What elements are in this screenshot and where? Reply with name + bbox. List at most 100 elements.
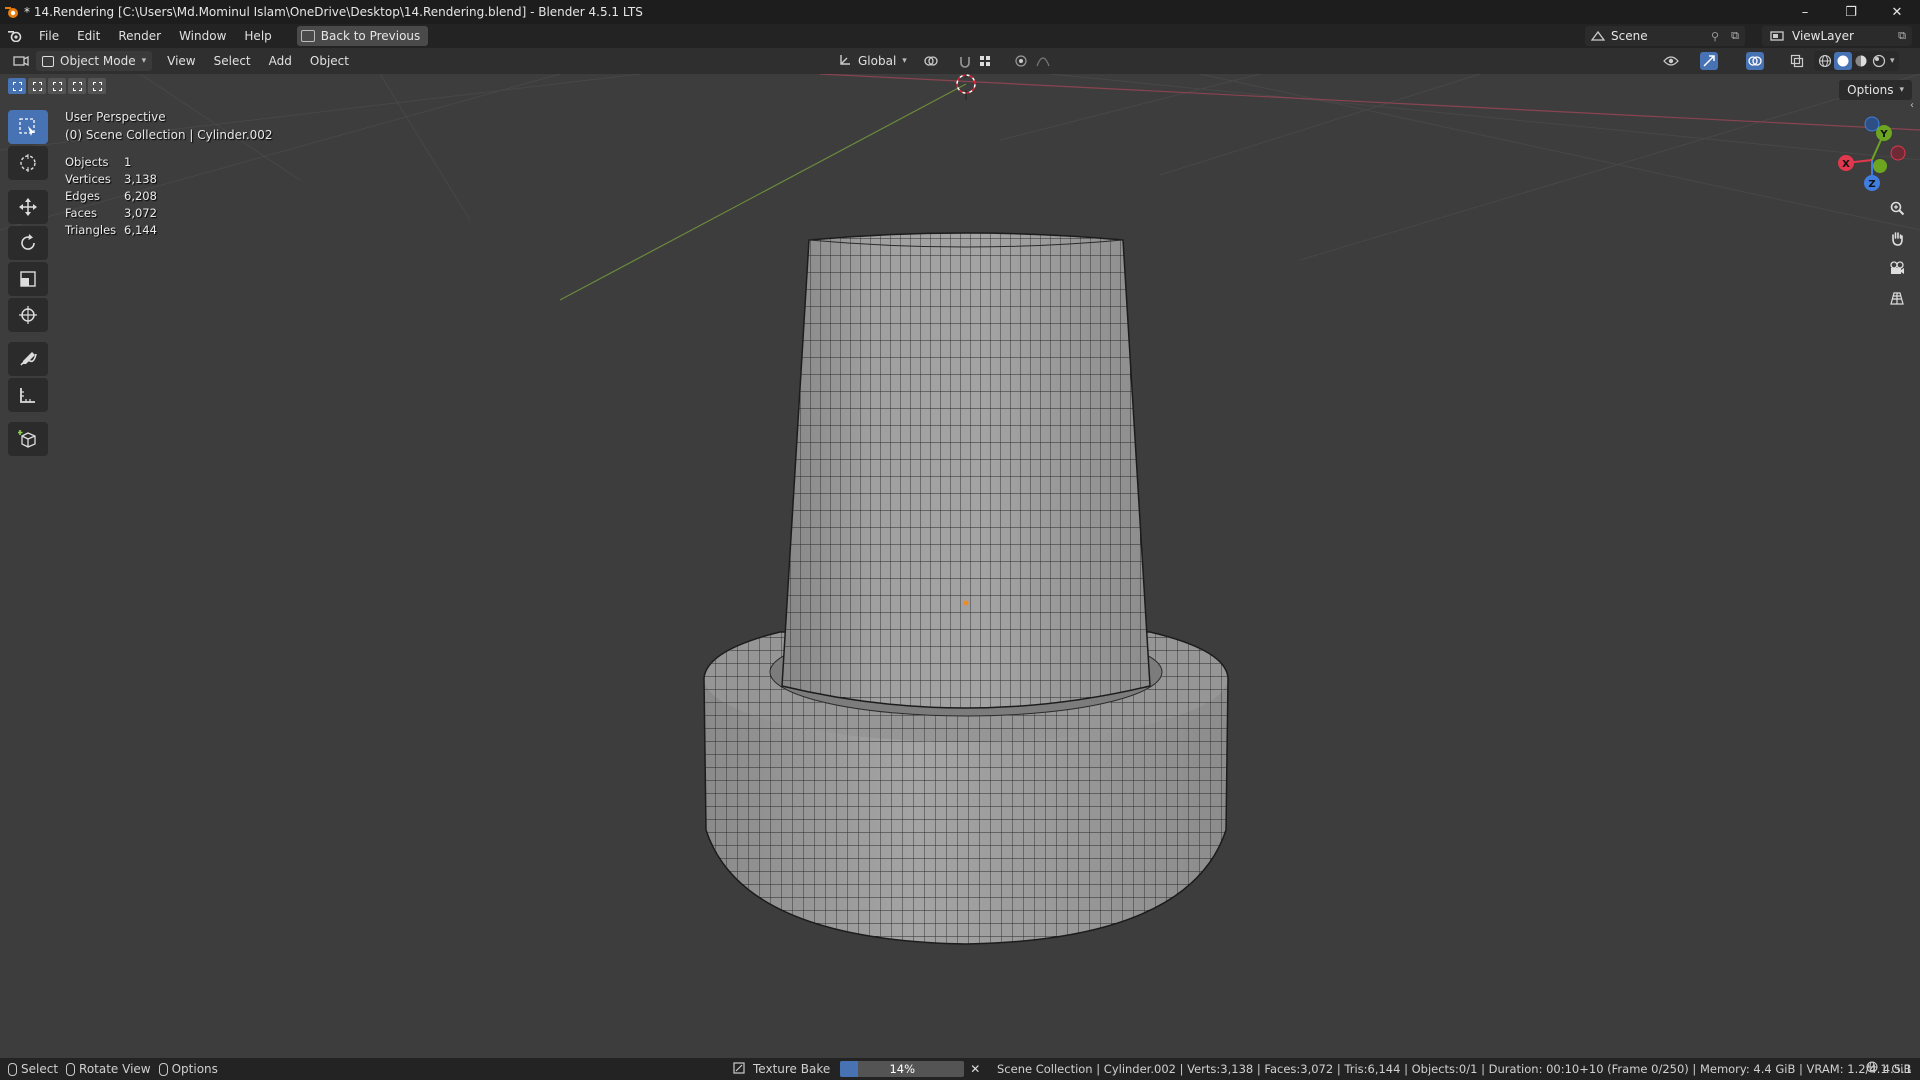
3d-viewport[interactable]: User Perspective (0) Scene Collection | … [0,74,1920,1058]
select-invert-icon[interactable] [68,78,86,94]
mesh-upper-cone[interactable] [781,232,1151,709]
stat-row: Vertices 3,138 [65,172,157,186]
transform-icon [19,306,37,324]
cursor-tool[interactable] [8,146,48,180]
visibility-icon[interactable] [1662,52,1680,70]
blender-logo-icon [0,0,24,24]
zoom-icon[interactable] [1884,195,1910,221]
menu-view[interactable]: View [158,51,204,71]
network-icon[interactable] [1866,1058,1878,1080]
select-new-icon[interactable] [8,78,26,94]
menu-add[interactable]: Add [260,51,301,71]
chevron-down-icon[interactable]: ▾ [1890,56,1895,66]
viewport-info: User Perspective (0) Scene Collection | … [65,108,273,144]
xray-toggle-icon[interactable] [1788,52,1806,70]
annotate-tool[interactable] [8,342,48,376]
options-label: Options [1847,83,1894,97]
toggle-ortho-grid-icon[interactable] [1884,285,1910,311]
menu-render[interactable]: Render [109,24,170,48]
select-extend-icon[interactable] [28,78,46,94]
blender-window: * 14.Rendering [C:\Users\Md.Mominul Isla… [0,0,1920,1080]
annotate-icon [20,352,37,366]
viewlayer-name: ViewLayer [1792,29,1854,43]
material-shading-icon[interactable] [1852,52,1870,70]
editor-type-icon[interactable] [12,52,30,70]
status-version: 4.5.1 [1866,1058,1912,1080]
select-box-tool[interactable] [8,110,48,144]
object-mode-label: Object Mode [60,54,136,68]
new-viewlayer-icon[interactable]: ⧉ [1898,29,1906,43]
collection-label: (0) Scene Collection | Cylinder.002 [65,128,273,142]
screen-icon [300,30,315,42]
top-menu-bar: File Edit Render Window Help Back to Pre… [0,24,1920,48]
tool-shelf [8,110,48,458]
mouse-left-icon [8,1062,17,1076]
select-subtract-icon[interactable] [48,78,66,94]
scene-icon [1585,30,1611,42]
pivot-point-icon[interactable] [922,52,940,70]
transform-orientation-dropdown[interactable]: Global ▾ [838,51,907,71]
solid-shading-icon[interactable] [1834,52,1852,70]
scale-tool[interactable] [8,262,48,296]
object-mode-dropdown[interactable]: Object Mode ▾ [36,51,153,71]
menu-object[interactable]: Object [301,51,358,71]
cursor-icon [20,154,36,172]
menu-edit[interactable]: Edit [68,24,109,48]
transform-tool[interactable] [8,298,48,332]
window-title: * 14.Rendering [C:\Users\Md.Mominul Isla… [24,5,643,19]
measure-tool[interactable] [8,378,48,412]
x-axis-label: X [1842,159,1850,170]
maximize-button[interactable]: ❐ [1828,0,1874,24]
options-dropdown[interactable]: Options ▾ [1839,80,1912,100]
menu-help[interactable]: Help [235,24,280,48]
rendered-shading-icon[interactable] [1870,52,1888,70]
back-to-previous-label: Back to Previous [320,29,421,43]
scene-selector[interactable]: Scene ⚲ ⧉ [1585,26,1745,46]
object-mode-icon [42,55,54,67]
minimize-button[interactable]: – [1782,0,1828,24]
title-bar: * 14.Rendering [C:\Users\Md.Mominul Isla… [0,0,1920,24]
stat-row: Edges 6,208 [65,189,157,203]
bake-progress-bar: 14% [840,1061,965,1077]
viewlayer-selector[interactable]: ViewLayer ⧉ [1762,26,1912,46]
status-info: Scene Collection | Cylinder.002 | Verts:… [997,1062,1912,1076]
menu-file[interactable]: File [30,24,68,48]
viewport-header: Object Mode ▾ View Select Add Object Glo… [0,48,1920,74]
new-scene-icon[interactable]: ⧉ [1731,29,1739,43]
viewlayer-icon [1762,30,1792,42]
x-axis-line [819,74,1920,131]
texture-bake-job: Texture Bake 14% ✕ [733,1061,982,1077]
rotate-tool[interactable] [8,226,48,260]
y-axis-label: Y [1879,129,1888,140]
snap-target-icon[interactable] [976,52,994,70]
pin-icon[interactable]: ⚲ [1711,30,1719,43]
rotate-icon [21,234,35,250]
orientation-icon [838,53,852,70]
back-to-previous-button[interactable]: Back to Previous [296,26,429,46]
overlays-toggle-icon[interactable] [1746,52,1764,70]
pan-hand-icon[interactable] [1884,225,1910,251]
neg-y-axis-handle[interactable] [1873,159,1887,173]
close-button[interactable]: ✕ [1874,0,1920,24]
falloff-icon[interactable] [1034,52,1052,70]
scale-icon [20,271,36,287]
add-cube-tool[interactable] [8,422,48,456]
status-select-hint: Select [8,1062,58,1076]
mouse-middle-icon [66,1062,76,1076]
neg-x-axis-handle[interactable] [1890,145,1906,161]
cancel-job-button[interactable]: ✕ [968,1062,982,1076]
select-box-icon [19,118,35,136]
blender-menu-icon[interactable] [0,24,30,48]
gizmo-toggle-icon[interactable] [1700,52,1718,70]
camera-view-icon[interactable] [1884,255,1910,281]
snap-toggle-icon[interactable] [956,52,974,70]
select-intersect-icon[interactable] [88,78,106,94]
wireframe-shading-icon[interactable] [1816,52,1834,70]
neg-z-axis-handle[interactable] [1864,116,1880,132]
menu-window[interactable]: Window [170,24,235,48]
job-label: Texture Bake [753,1062,831,1076]
move-tool[interactable] [8,190,48,224]
menu-select[interactable]: Select [205,51,260,71]
navigation-gizmo[interactable]: X Y Z [1832,108,1912,198]
proportional-edit-icon[interactable] [1012,52,1030,70]
